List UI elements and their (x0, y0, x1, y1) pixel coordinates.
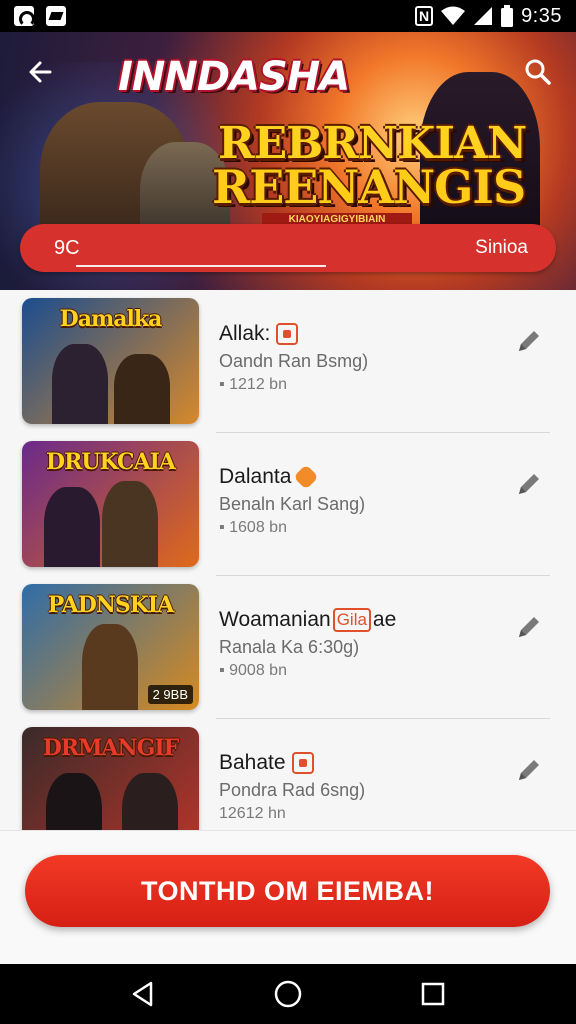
nav-home-button[interactable] (268, 974, 308, 1014)
edit-button[interactable] (514, 469, 544, 499)
pencil-icon (519, 617, 539, 637)
banner-title-line2: REENANGIS (212, 160, 526, 214)
file-icon: ▪ (219, 376, 225, 393)
thumb-figure (122, 773, 178, 830)
list-item[interactable]: PADNSKIA 2 9BB Woamanian Gila ae Ranala Ka… (0, 576, 576, 719)
gem-icon (293, 464, 320, 490)
game-thumbnail[interactable]: DRUKCAIA (22, 441, 199, 567)
thumb-title: PADNSKIA (47, 592, 175, 618)
item-size: ▪ 9008 bn (219, 662, 287, 679)
cta-bar: TONTHD OM EIEMBA! (0, 830, 576, 964)
thumb-figure (82, 624, 138, 710)
thumb-figure (102, 481, 158, 567)
thumb-figure (46, 773, 102, 830)
pencil-icon (519, 760, 539, 780)
triangle-back-icon (132, 981, 152, 1007)
signal-icon (474, 7, 493, 25)
nfc-icon: N (414, 6, 434, 26)
search-button[interactable] (518, 52, 558, 92)
search-underline (76, 265, 326, 267)
search-input[interactable]: 9C (54, 237, 80, 260)
edit-button[interactable] (514, 612, 544, 642)
game-thumbnail[interactable]: PADNSKIA 2 9BB (22, 584, 199, 710)
list-item[interactable]: DRMANGIF Bahate Pondra Rad 6sng) 12612 h… (0, 719, 576, 830)
notification-icon (14, 6, 35, 27)
pencil-icon (519, 331, 539, 351)
game-thumbnail[interactable]: Damalka (22, 298, 199, 424)
primary-cta-button[interactable]: TONTHD OM EIEMBA! (25, 855, 550, 927)
game-thumbnail[interactable]: DRMANGIF (22, 727, 199, 830)
battery-icon (501, 5, 514, 27)
arrow-left-icon (29, 61, 52, 83)
list-item[interactable]: Damalka Allak: Oandn Ran Bsmg) ▪ 1212 bn (0, 290, 576, 433)
image-icon (46, 6, 66, 26)
square-recents-icon (422, 982, 445, 1006)
item-size: 12612 hn (219, 805, 286, 822)
item-subtitle: Ranala Ka 6:30g) (219, 637, 360, 657)
search-submit-button[interactable]: Sinioa (475, 237, 528, 259)
clock: 9:35 (521, 4, 562, 27)
thumb-title: DRUKCAIA (45, 449, 176, 475)
wifi-icon (441, 6, 466, 25)
item-tag-text: Gila (332, 608, 371, 632)
file-icon: ▪ (219, 519, 225, 536)
item-subtitle: Oandn Ran Bsmg) (219, 351, 369, 371)
item-name: Dalanta (219, 464, 320, 490)
thumb-badge: 2 9BB (147, 685, 193, 704)
thumb-title: DRMANGIF (42, 735, 180, 761)
item-name: Allak: (219, 322, 299, 346)
thumb-figure (44, 487, 100, 567)
app-logo: INNDASHA (118, 54, 350, 100)
tag-icon (291, 752, 314, 774)
search-bar[interactable]: 9C Sinioa (20, 224, 556, 272)
tag-icon (276, 323, 299, 345)
item-name: Woamanian Gila ae (219, 608, 397, 632)
status-right: N 9:35 (414, 4, 562, 28)
system-nav-bar (0, 964, 576, 1024)
thumb-title: Damalka (59, 306, 163, 332)
item-subtitle: Pondra Rad 6sng) (219, 780, 366, 800)
thumb-figure (114, 354, 170, 424)
pencil-icon (519, 474, 539, 494)
status-left (14, 6, 66, 27)
item-size: ▪ 1608 bn (219, 519, 287, 536)
game-list: Damalka Allak: Oandn Ran Bsmg) ▪ 1212 bn… (0, 290, 576, 830)
back-button[interactable] (20, 52, 60, 92)
list-item[interactable]: DRUKCAIA Dalanta Benaln Karl Sang) ▪ 160… (0, 433, 576, 576)
nav-back-button[interactable] (123, 974, 163, 1014)
edit-button[interactable] (514, 326, 544, 356)
file-icon: ▪ (219, 662, 225, 679)
edit-button[interactable] (514, 755, 544, 785)
item-name: Bahate (219, 751, 314, 775)
item-subtitle: Benaln Karl Sang) (219, 494, 366, 514)
status-bar: N 9:35 (0, 0, 576, 32)
item-size: ▪ 1212 bn (219, 376, 287, 393)
thumb-figure (52, 344, 108, 424)
hero-banner: INNDASHA REBRNKIAN REENANGIS KIAOYIAGIGY… (0, 32, 576, 290)
nav-recents-button[interactable] (413, 974, 453, 1014)
search-icon (525, 59, 551, 85)
circle-home-icon (274, 980, 302, 1008)
